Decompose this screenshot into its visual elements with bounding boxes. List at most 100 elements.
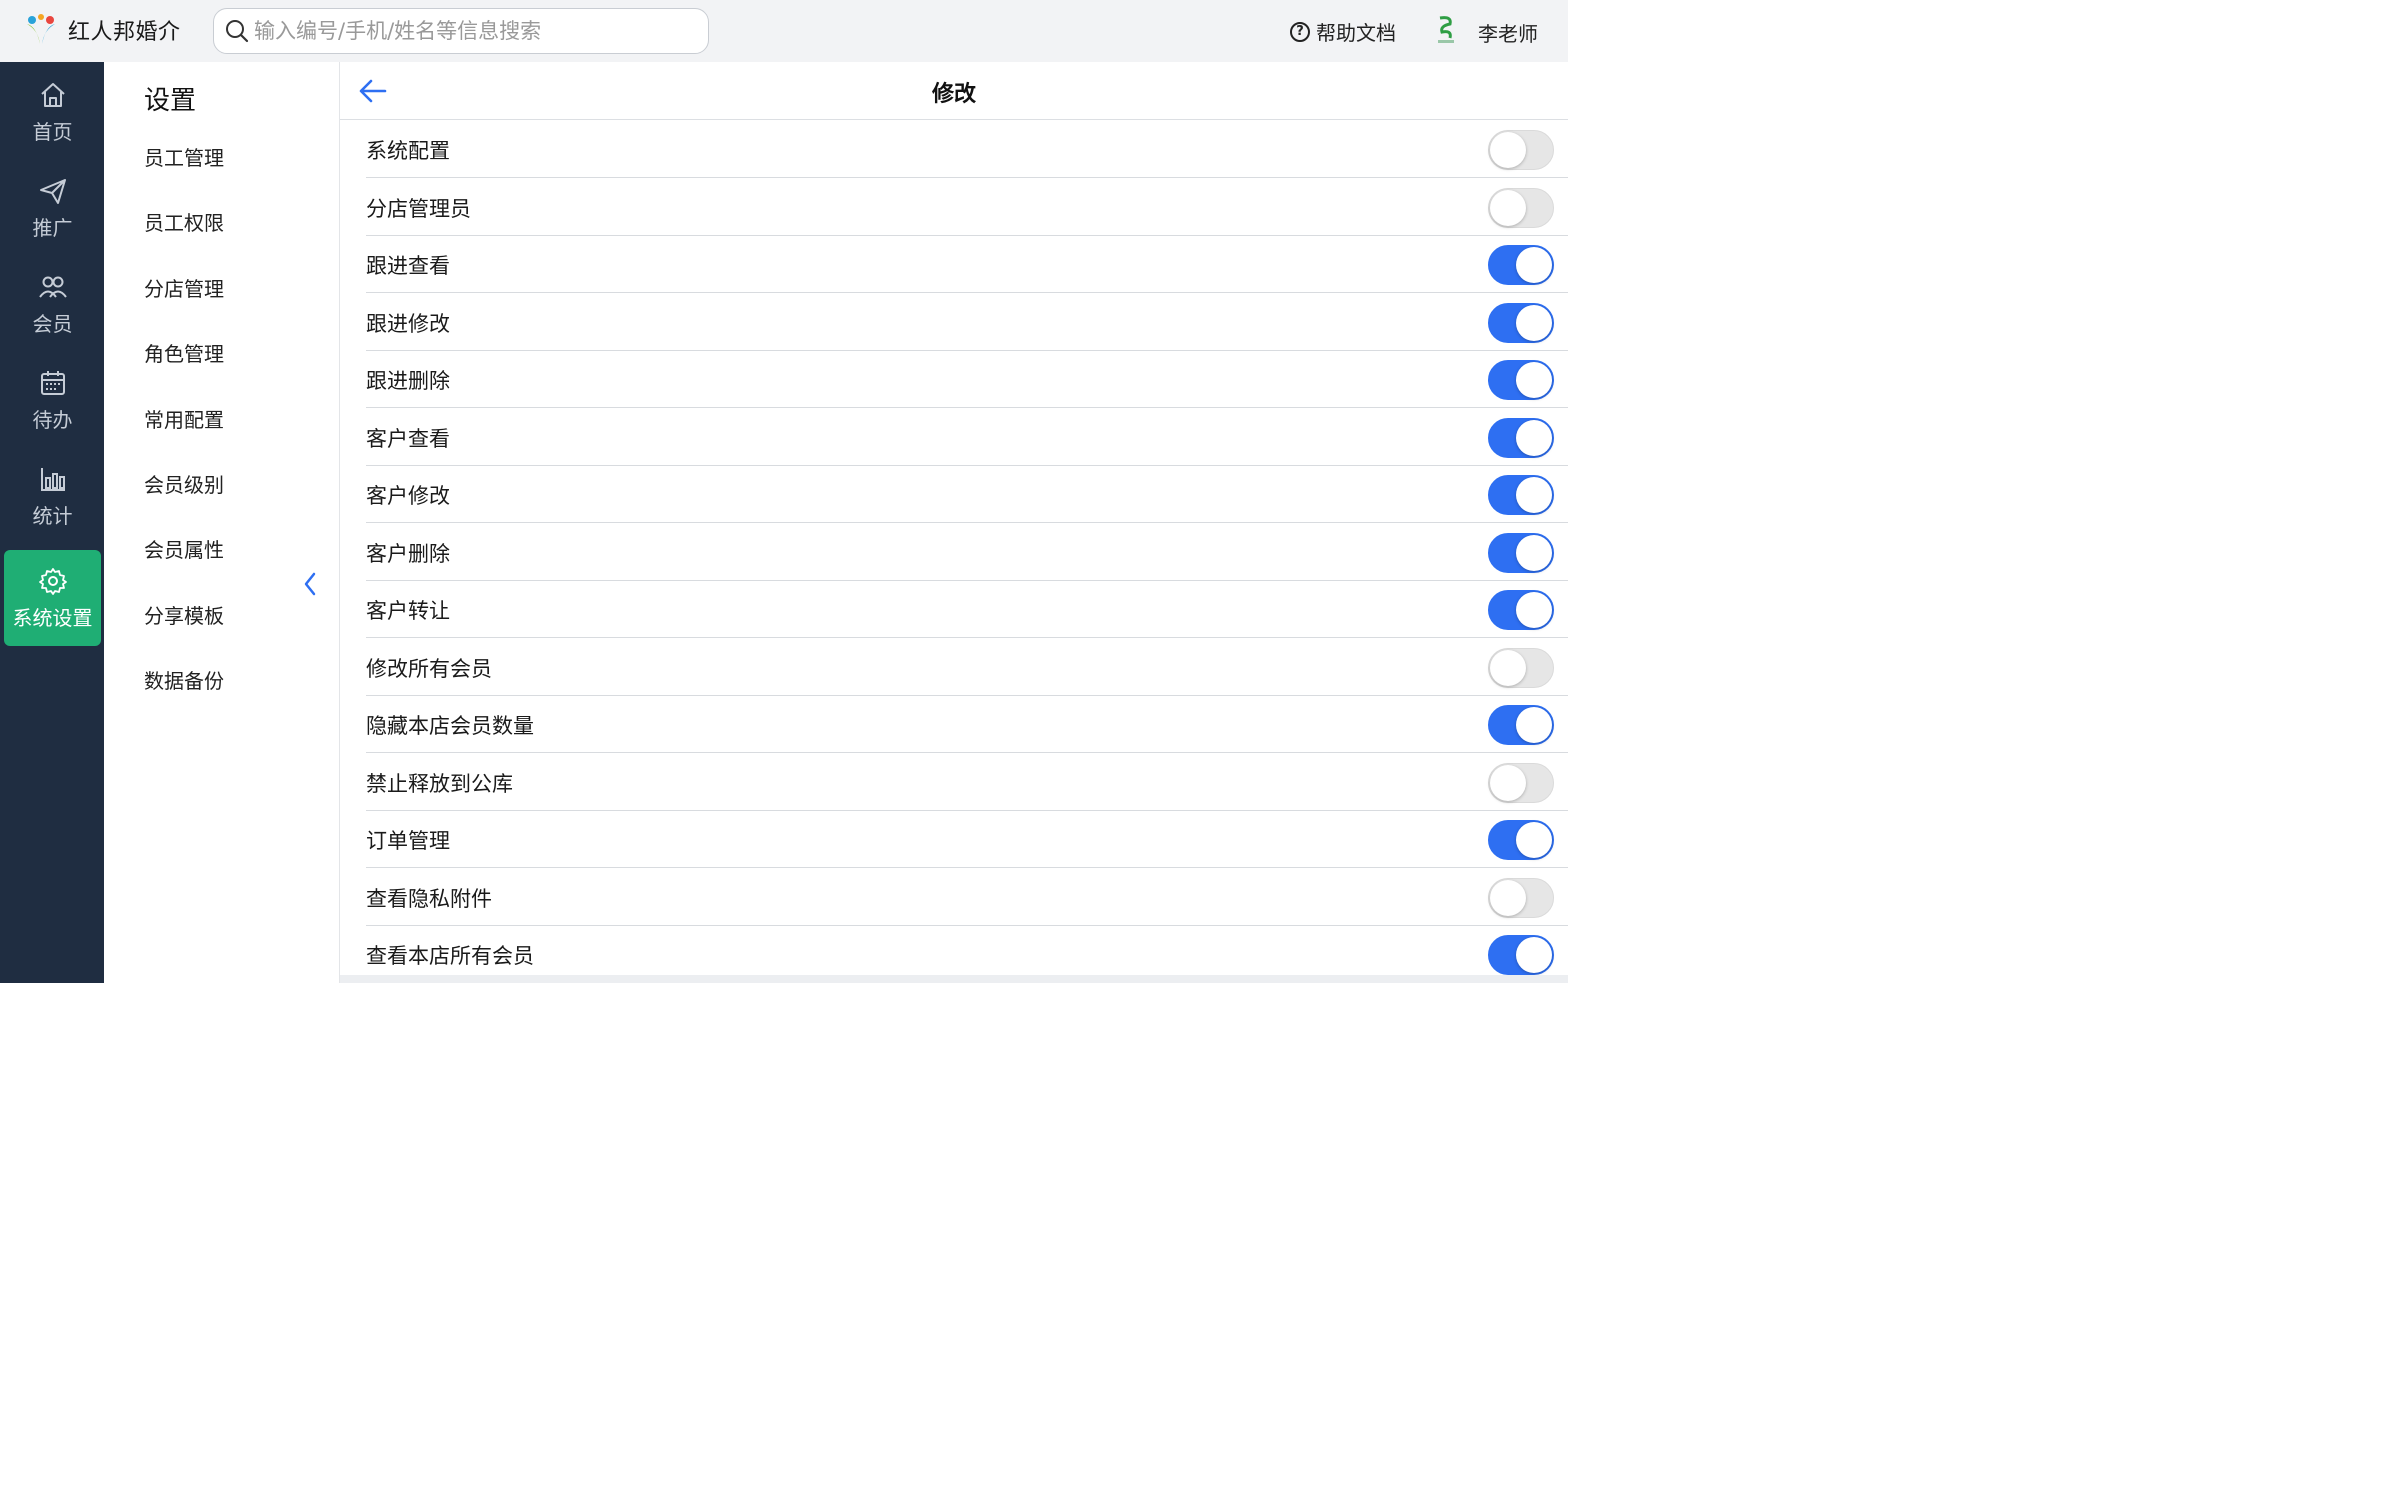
nav-item-system-settings[interactable]: 系统设置 (4, 550, 101, 646)
permission-toggle[interactable] (1488, 302, 1554, 343)
permission-label: 系统配置 (366, 139, 450, 163)
brand-name: 红人邦婚介 (68, 20, 181, 45)
permission-toggle[interactable] (1488, 360, 1554, 400)
permission-row: 分店管理员 (366, 179, 1568, 236)
permission-label: 客户删除 (366, 541, 450, 566)
permission-toggle[interactable] (1488, 762, 1554, 803)
help-docs-link[interactable]: ? 帮助文档 (1290, 17, 1396, 46)
permission-label: 客户修改 (366, 484, 450, 508)
settings-submenu: 设置 员工管理 员工权限 分店管理 角色管理 常用配置 会员级别 会员属性 分享… (104, 62, 340, 983)
search-input[interactable] (254, 19, 694, 43)
permission-toggle[interactable] (1488, 705, 1554, 745)
toggle-knob (1516, 592, 1552, 628)
main-panel: 修改 系统配置分店管理员跟进查看跟进修改跟进删除客户查看客户修改客户删除客户转让… (340, 62, 1568, 983)
nav-item-promote[interactable]: 推广 (4, 160, 101, 256)
calendar-icon (40, 370, 65, 395)
permission-toggle[interactable] (1488, 130, 1554, 170)
toggle-knob (1490, 649, 1526, 686)
nav-label-home: 首页 (32, 119, 73, 144)
brand[interactable]: 红人邦婚介 (24, 12, 181, 48)
permission-toggle[interactable] (1488, 532, 1554, 573)
toggle-knob (1516, 419, 1552, 456)
permission-toggle[interactable] (1488, 590, 1554, 630)
avatar[interactable] (1434, 14, 1458, 46)
nav-label-todo: 待办 (32, 407, 73, 432)
nav-label-promote: 推广 (32, 215, 73, 240)
permission-row: 客户修改 (366, 466, 1568, 523)
collapse-chevron-left-icon[interactable] (300, 570, 320, 598)
permission-label: 跟进修改 (366, 311, 450, 336)
submenu-item-member-levels[interactable]: 会员级别 (144, 469, 224, 498)
permission-toggle[interactable] (1488, 647, 1554, 688)
submenu-item-staff-permissions[interactable]: 员工权限 (144, 207, 224, 236)
permission-label: 订单管理 (366, 829, 450, 853)
nav-label-members: 会员 (32, 311, 73, 336)
nav-item-home[interactable]: 首页 (4, 64, 101, 160)
toggle-knob (1516, 304, 1552, 341)
nav-item-members[interactable]: 会员 (4, 256, 101, 352)
submenu-item-branches[interactable]: 分店管理 (144, 273, 224, 302)
toggle-knob (1516, 477, 1552, 513)
send-icon (39, 178, 66, 204)
page-title: 修改 (931, 82, 976, 107)
users-icon (38, 276, 67, 298)
permission-label: 客户转让 (366, 599, 450, 623)
permission-toggle[interactable] (1488, 935, 1554, 975)
help-docs-label: 帮助文档 (1316, 21, 1396, 45)
permission-row: 禁止释放到公库 (366, 754, 1568, 811)
toggle-knob (1490, 189, 1526, 226)
permission-toggle[interactable] (1488, 187, 1554, 228)
permission-label: 禁止释放到公库 (366, 771, 513, 796)
toggle-knob (1490, 879, 1526, 916)
permission-row: 订单管理 (366, 811, 1568, 868)
toggle-knob (1516, 362, 1552, 398)
nav-item-todo[interactable]: 待办 (4, 352, 101, 448)
home-icon (40, 82, 65, 107)
permission-label: 隐藏本店会员数量 (366, 714, 534, 738)
user-name[interactable]: 李老师 (1478, 18, 1538, 47)
toggle-knob (1516, 937, 1552, 973)
permission-toggle[interactable] (1488, 417, 1554, 458)
permission-row: 跟进查看 (366, 236, 1568, 293)
permission-row: 客户查看 (366, 409, 1568, 466)
permission-row: 系统配置 (366, 121, 1568, 178)
permission-label: 跟进删除 (366, 369, 450, 393)
toggle-knob (1490, 764, 1526, 801)
permission-label: 分店管理员 (366, 196, 471, 221)
submenu-title: 设置 (144, 86, 197, 116)
nav-item-stats[interactable]: 统计 (4, 448, 101, 544)
permission-row: 跟进删除 (366, 351, 1568, 408)
permission-label: 查看隐私附件 (366, 886, 492, 911)
submenu-item-common-config[interactable]: 常用配置 (144, 404, 224, 433)
permission-toggle[interactable] (1488, 475, 1554, 515)
permission-label: 客户查看 (366, 426, 450, 451)
permission-label: 查看本店所有会员 (366, 944, 534, 968)
toggle-knob (1490, 132, 1526, 168)
submenu-item-share-templates[interactable]: 分享模板 (144, 600, 224, 629)
search-box[interactable] (213, 8, 709, 54)
toggle-knob (1516, 707, 1552, 743)
toggle-knob (1516, 822, 1552, 858)
nav-label-stats: 统计 (32, 503, 73, 528)
gear-icon (38, 567, 67, 595)
permission-row: 客户转让 (366, 581, 1568, 638)
bottom-strip (340, 975, 1568, 983)
back-arrow-icon[interactable] (358, 76, 388, 106)
question-circle-icon: ? (1290, 21, 1310, 42)
brand-logo-icon (24, 12, 58, 48)
submenu-item-data-backup[interactable]: 数据备份 (144, 665, 224, 694)
submenu-item-staff[interactable]: 员工管理 (144, 142, 224, 171)
submenu-item-roles[interactable]: 角色管理 (144, 338, 224, 367)
main-header: 修改 (340, 62, 1568, 120)
top-header: 红人邦婚介 ? 帮助文档 李老师 (0, 0, 1568, 62)
bar-chart-icon (40, 467, 65, 491)
submenu-item-member-attributes[interactable]: 会员属性 (144, 534, 224, 563)
toggle-knob (1516, 247, 1552, 283)
toggle-knob (1516, 534, 1552, 571)
permission-toggle[interactable] (1488, 820, 1554, 860)
permission-toggle[interactable] (1488, 877, 1554, 918)
permission-row: 隐藏本店会员数量 (366, 696, 1568, 753)
permission-label: 修改所有会员 (366, 656, 492, 681)
permission-toggle[interactable] (1488, 245, 1554, 285)
permission-row: 查看隐私附件 (366, 869, 1568, 926)
